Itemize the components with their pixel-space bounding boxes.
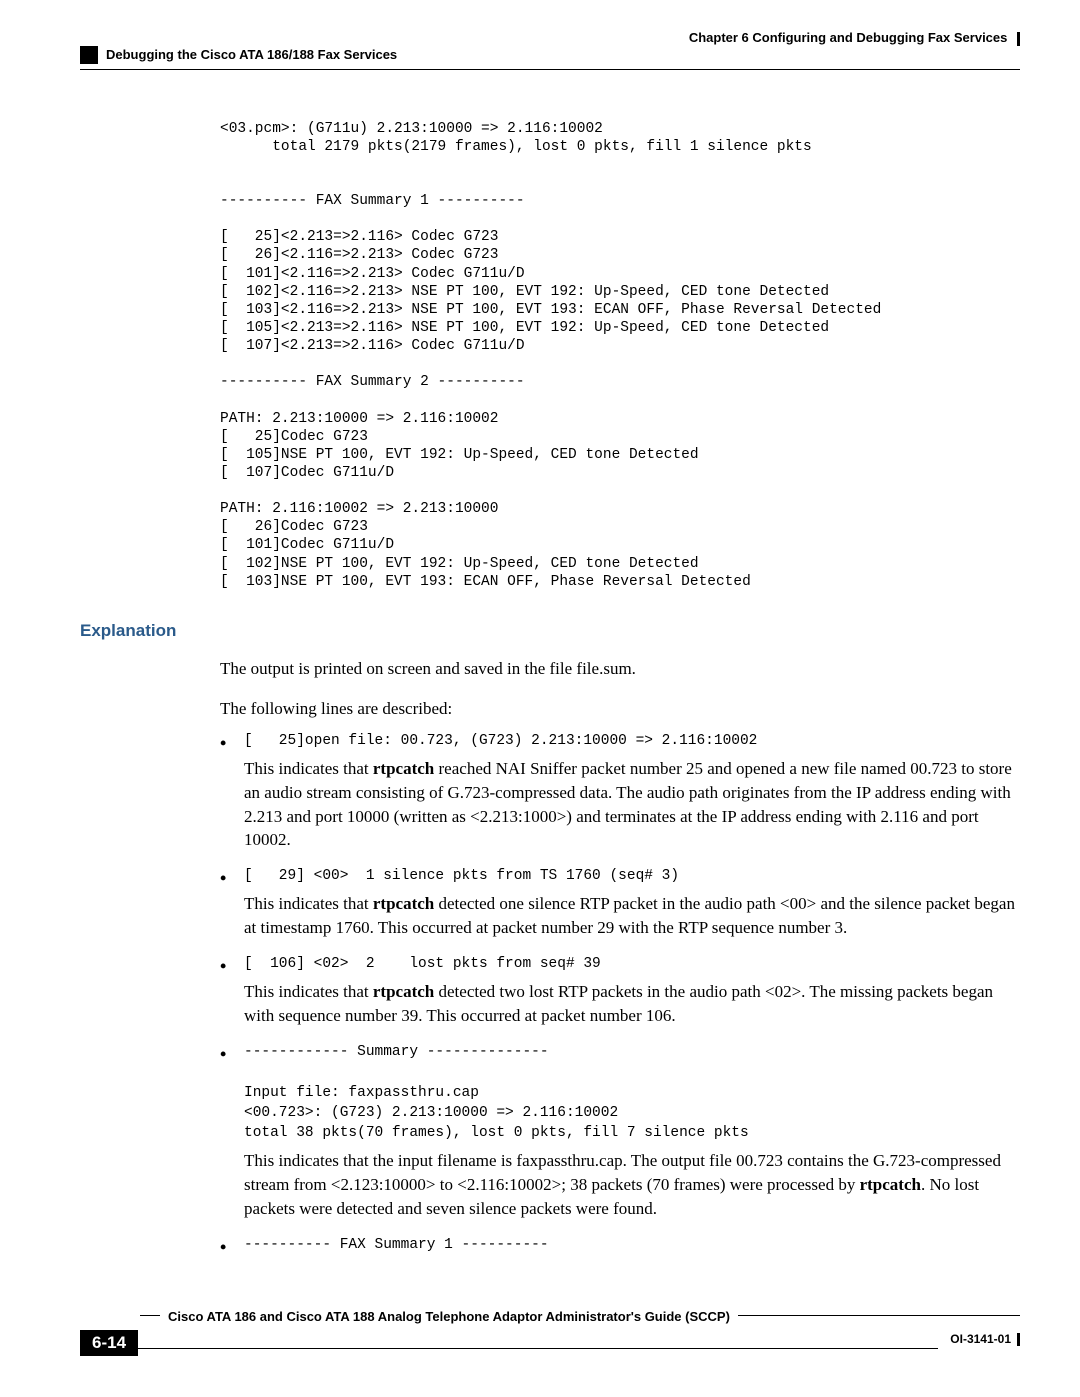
bullet-paragraph: This indicates that rtpcatch detected tw…	[244, 980, 1020, 1028]
bullet-item: ---------- FAX Summary 1 ----------	[220, 1235, 1020, 1255]
bullet-code: [ 106] <02> 2 lost pkts from seq# 39	[244, 954, 1020, 974]
explanation-heading: Explanation	[80, 621, 1020, 641]
text-part: This indicates that	[244, 982, 373, 1001]
page-footer: Cisco ATA 186 and Cisco ATA 188 Analog T…	[80, 1315, 1020, 1356]
bullet-code: ------------ Summary -------------- Inpu…	[244, 1042, 1020, 1143]
header-chapter: Chapter 6 Configuring and Debugging Fax …	[80, 30, 1020, 46]
text-part: This indicates that	[244, 894, 373, 913]
bullet-code: [ 25]open file: 00.723, (G723) 2.213:100…	[244, 731, 1020, 751]
bullet-code: [ 29] <00> 1 silence pkts from TS 1760 (…	[244, 866, 1020, 886]
bold-term: rtpcatch	[860, 1175, 921, 1194]
bullet-paragraph: This indicates that rtpcatch reached NAI…	[244, 757, 1020, 852]
bullet-item: [ 29] <00> 1 silence pkts from TS 1760 (…	[220, 866, 1020, 940]
doc-id: OI-3141-01	[950, 1332, 1020, 1346]
header-chapter-text: Chapter 6 Configuring and Debugging Fax …	[689, 30, 1008, 45]
bold-term: rtpcatch	[373, 894, 434, 913]
doc-id-text: OI-3141-01	[950, 1332, 1011, 1346]
bold-term: rtpcatch	[373, 982, 434, 1001]
bold-term: rtpcatch	[373, 759, 434, 778]
bullet-paragraph: This indicates that the input filename i…	[244, 1149, 1020, 1220]
doc-id-bar-icon	[1017, 1333, 1020, 1346]
page-header: Chapter 6 Configuring and Debugging Fax …	[80, 30, 1020, 70]
bullet-code: ---------- FAX Summary 1 ----------	[244, 1235, 1020, 1255]
text-part: This indicates that	[244, 759, 373, 778]
footer-guide-title: Cisco ATA 186 and Cisco ATA 188 Analog T…	[160, 1309, 738, 1324]
page-number-badge: 6-14	[80, 1330, 138, 1356]
header-square-icon	[80, 46, 98, 64]
bullet-item: [ 106] <02> 2 lost pkts from seq# 39 Thi…	[220, 954, 1020, 1028]
footer-line	[138, 1348, 938, 1349]
explanation-intro-1: The output is printed on screen and save…	[220, 658, 1020, 681]
bullet-paragraph: This indicates that rtpcatch detected on…	[244, 892, 1020, 940]
code-output-block: <03.pcm>: (G711u) 2.213:10000 => 2.116:1…	[220, 120, 1020, 591]
header-section-title: Debugging the Cisco ATA 186/188 Fax Serv…	[106, 47, 397, 62]
explanation-intro-2: The following lines are described:	[220, 698, 1020, 721]
header-rule	[80, 69, 1020, 70]
bullet-item: [ 25]open file: 00.723, (G723) 2.213:100…	[220, 731, 1020, 852]
bullet-item: ------------ Summary -------------- Inpu…	[220, 1042, 1020, 1221]
header-end-bar	[1017, 32, 1020, 46]
explanation-bullet-list: [ 25]open file: 00.723, (G723) 2.213:100…	[220, 731, 1020, 1255]
